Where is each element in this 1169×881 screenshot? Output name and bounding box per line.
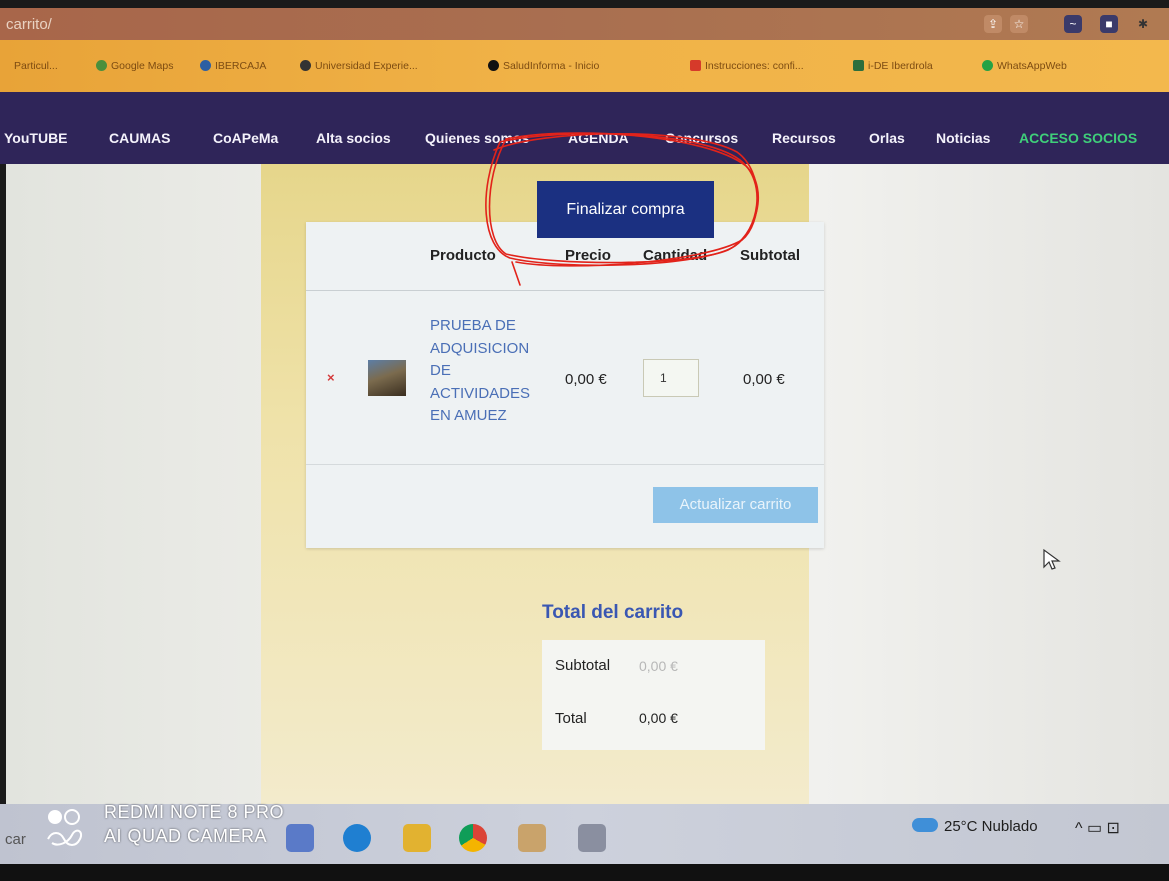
page-content: Producto Precio Cantidad Subtotal × PRUE… xyxy=(6,164,1169,804)
site-navbar: YouTUBE CAUMAS CoAPeMa Alta socios Quien… xyxy=(0,92,1169,164)
column-header-quantity: Cantidad xyxy=(643,247,708,264)
update-cart-button[interactable]: Actualizar carrito xyxy=(653,487,818,523)
watermark-line: AI QUAD CAMERA xyxy=(104,826,268,846)
info-icon xyxy=(488,60,499,71)
bookmarks-bar: Particul... Google Maps IBERCAJA Univers… xyxy=(0,40,1169,93)
nav-item-orlas[interactable]: Orlas xyxy=(869,130,905,146)
bookmark-item[interactable]: Google Maps xyxy=(96,60,173,72)
system-tray[interactable]: ^ ▭ ⊡ xyxy=(1075,818,1120,838)
edge-icon[interactable] xyxy=(343,824,371,852)
product-name-line[interactable]: DE xyxy=(430,360,560,383)
column-header-subtotal: Subtotal xyxy=(740,247,800,264)
total-label: Total xyxy=(555,710,587,727)
divider xyxy=(306,464,824,465)
chrome-icon[interactable] xyxy=(459,824,487,852)
row-subtotal: 0,00 € xyxy=(743,371,785,388)
product-name-line[interactable]: ACTIVIDADES xyxy=(430,383,560,406)
extension-icon[interactable]: ■ xyxy=(1100,15,1118,33)
weather-text: 25°C Nublado xyxy=(944,818,1038,835)
bookmark-item[interactable]: IBERCAJA xyxy=(200,60,266,72)
tray-chevron-icon[interactable]: ^ xyxy=(1075,820,1083,837)
bookmark-item[interactable]: Particul... xyxy=(14,60,58,72)
bookmark-item[interactable]: Universidad Experie... xyxy=(300,60,418,72)
bookmark-item[interactable]: WhatsAppWeb xyxy=(982,60,1067,72)
iberdrola-icon xyxy=(853,60,864,71)
camera-watermark: REDMI NOTE 8 PRO AI QUAD CAMERA xyxy=(104,800,284,848)
watermark-line: REDMI NOTE 8 PRO xyxy=(104,802,285,822)
display-icon[interactable]: ⊡ xyxy=(1107,820,1120,837)
nav-item-alta-socios[interactable]: Alta socios xyxy=(316,130,391,146)
nav-item-caumas[interactable]: CAUMAS xyxy=(109,130,170,146)
photo-border xyxy=(0,864,1169,881)
taskbar-search[interactable]: car xyxy=(5,831,26,848)
cart-table: Producto Precio Cantidad Subtotal × PRUE… xyxy=(306,222,824,548)
column-header-price: Precio xyxy=(565,247,611,264)
cart-totals-title: Total del carrito xyxy=(542,602,684,623)
nav-item-youtube[interactable]: YouTUBE xyxy=(4,130,68,146)
product-name-line[interactable]: PRUEBA DE xyxy=(430,315,560,338)
browser-address-bar[interactable]: carrito/ ⇪ ☆ ~ ■ ✱ xyxy=(0,8,1169,41)
bookmark-item[interactable]: Instrucciones: confi... xyxy=(690,60,804,72)
nav-item-concursos[interactable]: Concursos xyxy=(665,130,738,146)
puzzle-icon[interactable]: ✱ xyxy=(1134,15,1152,33)
quantity-input[interactable]: 1 xyxy=(643,359,699,397)
chrome-profile-icon[interactable] xyxy=(578,824,606,852)
widgets-icon[interactable] xyxy=(286,824,314,852)
folder-icon[interactable] xyxy=(403,824,431,852)
app-icon[interactable] xyxy=(518,824,546,852)
total-value: 0,00 € xyxy=(639,710,678,726)
nav-item-recursos[interactable]: Recursos xyxy=(772,130,836,146)
maps-icon xyxy=(96,60,107,71)
cloud-icon xyxy=(912,818,938,832)
nav-item-noticias[interactable]: Noticias xyxy=(936,130,990,146)
checkout-button[interactable]: Finalizar compra xyxy=(537,181,714,238)
weather-widget[interactable]: 25°C Nublado xyxy=(912,818,1038,835)
extension-icon[interactable]: ~ xyxy=(1064,15,1082,33)
cart-totals-box: Subtotal 0,00 € Total 0,00 € xyxy=(542,640,765,750)
product-name-line[interactable]: EN AMUEZ xyxy=(430,405,560,428)
youtube-icon xyxy=(690,60,701,71)
share-icon[interactable]: ⇪ xyxy=(984,15,1002,33)
whatsapp-icon xyxy=(982,60,993,71)
camera-logo-icon xyxy=(47,809,82,846)
nav-item-quienes-somos[interactable]: Quienes somos xyxy=(425,130,529,146)
subtotal-label: Subtotal xyxy=(555,657,611,674)
product-price: 0,00 € xyxy=(565,371,607,388)
bookmark-item[interactable]: SaludInforma - Inicio xyxy=(488,60,599,72)
column-header-product: Producto xyxy=(430,247,496,264)
remove-item-icon[interactable]: × xyxy=(327,370,335,385)
subtotal-value: 0,00 € xyxy=(639,658,678,674)
hourglass-icon xyxy=(300,60,311,71)
url-text[interactable]: carrito/ xyxy=(6,16,52,33)
network-icon[interactable]: ▭ xyxy=(1087,820,1102,837)
product-thumbnail[interactable] xyxy=(368,360,406,396)
nav-item-agenda[interactable]: AGENDA xyxy=(568,130,629,146)
bank-icon xyxy=(200,60,211,71)
bookmark-item[interactable]: i-DE Iberdrola xyxy=(853,60,933,72)
product-name-line[interactable]: ADQUISICION xyxy=(430,338,560,361)
nav-item-acceso-socios[interactable]: ACCESO SOCIOS xyxy=(1019,130,1137,146)
star-icon[interactable]: ☆ xyxy=(1010,15,1028,33)
mouse-cursor-icon xyxy=(1043,548,1061,570)
product-link[interactable]: PRUEBA DE ADQUISICION DE ACTIVIDADES EN … xyxy=(430,315,560,428)
nav-item-coapema[interactable]: CoAPeMa xyxy=(213,130,278,146)
divider xyxy=(306,290,824,291)
